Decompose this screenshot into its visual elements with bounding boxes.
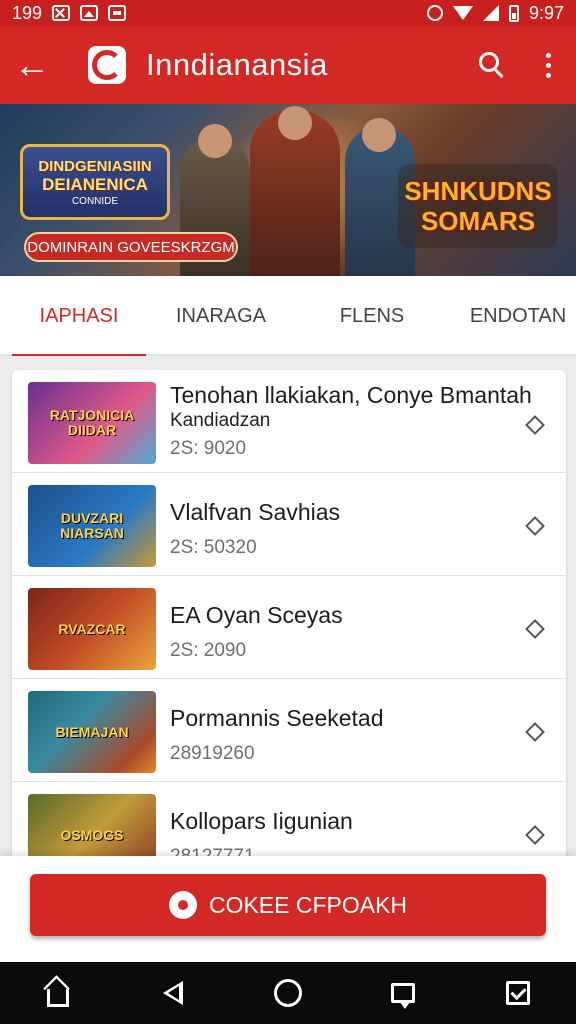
diamond-icon[interactable] xyxy=(525,825,545,845)
app-logo-icon xyxy=(88,46,126,84)
tab-inaraga[interactable]: INARAGA xyxy=(158,276,284,356)
status-text: 199 xyxy=(12,2,43,23)
circle-icon xyxy=(273,979,302,1007)
nav-back-button[interactable] xyxy=(145,965,201,1021)
tab-endotan[interactable]: ENDOTAN xyxy=(460,276,576,356)
app-notification-icon xyxy=(108,5,127,21)
clock: 9:97 xyxy=(528,2,564,23)
game-thumbnail: RATJONICIA DIIDAR xyxy=(28,382,156,464)
diamond-icon[interactable] xyxy=(525,722,545,742)
tab-iaphasi[interactable]: IAPHASI xyxy=(0,276,158,358)
banner-right-logo: SHNKUDNS SOMARS xyxy=(398,164,558,248)
chat-icon xyxy=(391,983,416,1009)
cta-area: COKEE CFPOAKH xyxy=(0,856,576,962)
diamond-icon[interactable] xyxy=(525,619,545,639)
system-nav-bar xyxy=(0,962,576,1024)
tab-bar: IAPHASI INARAGA FLENS ENDOTAN xyxy=(0,276,576,358)
banner-left-logo: DINDGENIASIIN DEIANENICA CONNIDE xyxy=(20,144,170,220)
search-button[interactable] xyxy=(464,35,520,95)
item-title: Pormannis Seeketad xyxy=(170,705,384,731)
item-title: EA Oyan Sceyas xyxy=(170,602,343,628)
image-notification-icon xyxy=(80,5,99,21)
list-item[interactable]: BIEMAJAN Pormannis Seeketad 28919260 xyxy=(12,679,566,782)
close-notification-icon xyxy=(52,5,71,21)
diamond-icon[interactable] xyxy=(525,516,545,536)
more-vert-icon xyxy=(545,52,551,58)
battery-icon xyxy=(508,4,519,22)
item-meta: 2S: 2090 xyxy=(170,640,247,661)
game-list: RATJONICIA DIIDAR Tenohan llakiakan, Con… xyxy=(12,370,566,856)
checkbox-icon xyxy=(506,981,531,1005)
primary-action-button[interactable]: COKEE CFPOAKH xyxy=(30,874,546,936)
game-thumbnail: RVAZCAR xyxy=(28,588,156,670)
item-subtitle: Kandiadzan xyxy=(170,410,271,431)
alarm-icon xyxy=(426,5,443,21)
home-icon xyxy=(46,989,69,1007)
nav-check-button[interactable] xyxy=(490,965,546,1021)
game-thumbnail: BIEMAJAN xyxy=(28,691,156,773)
game-thumbnail: OSMOGS xyxy=(28,794,156,856)
item-meta: 28127771 xyxy=(170,846,255,856)
signal-icon xyxy=(482,5,499,21)
list-item[interactable]: RATJONICIA DIIDAR Tenohan llakiakan, Con… xyxy=(12,370,566,473)
nav-chat-button[interactable] xyxy=(375,965,431,1021)
list-item[interactable]: RVAZCAR EA Oyan Sceyas 2S: 2090 xyxy=(12,576,566,679)
banner-pill: DOMINRAIN GOVEESKRZGM xyxy=(24,232,238,262)
promo-banner[interactable]: DINDGENIASIIN DEIANENICA CONNIDE DOMINRA… xyxy=(0,104,576,276)
item-title: Vlalfvan Savhias xyxy=(170,499,341,525)
status-bar: 199 9:97 xyxy=(0,0,576,26)
app-title: Inndianansia xyxy=(146,47,328,82)
item-meta: 2S: 9020 xyxy=(170,438,247,459)
list-item[interactable]: DUVZARI NIARSAN Vlalfvan Savhias 2S: 503… xyxy=(12,473,566,576)
primary-action-label: COKEE CFPOAKH xyxy=(208,891,408,918)
game-thumbnail: DUVZARI NIARSAN xyxy=(28,485,156,567)
arrow-left-icon: ← xyxy=(14,44,50,85)
item-meta: 2S: 50320 xyxy=(170,537,257,558)
item-meta: 28919260 xyxy=(170,743,255,764)
item-title: Tenohan llakiakan, Conye Bmantah xyxy=(170,382,532,408)
item-title: Kollopars Iigunian xyxy=(170,808,353,834)
app-bar: ← Inndianansia xyxy=(0,26,576,104)
back-button[interactable]: ← xyxy=(0,26,64,104)
tab-flens[interactable]: FLENS xyxy=(284,276,460,356)
more-options-button[interactable] xyxy=(520,35,576,95)
chat-bubble-icon xyxy=(168,891,197,919)
nav-overview-button[interactable] xyxy=(260,965,316,1021)
diamond-icon[interactable] xyxy=(525,415,545,435)
wifi-icon xyxy=(452,6,473,20)
list-item[interactable]: OSMOGS Kollopars Iigunian 28127771 xyxy=(12,782,566,856)
nav-home-button[interactable] xyxy=(30,965,86,1021)
back-triangle-icon xyxy=(162,981,183,1005)
